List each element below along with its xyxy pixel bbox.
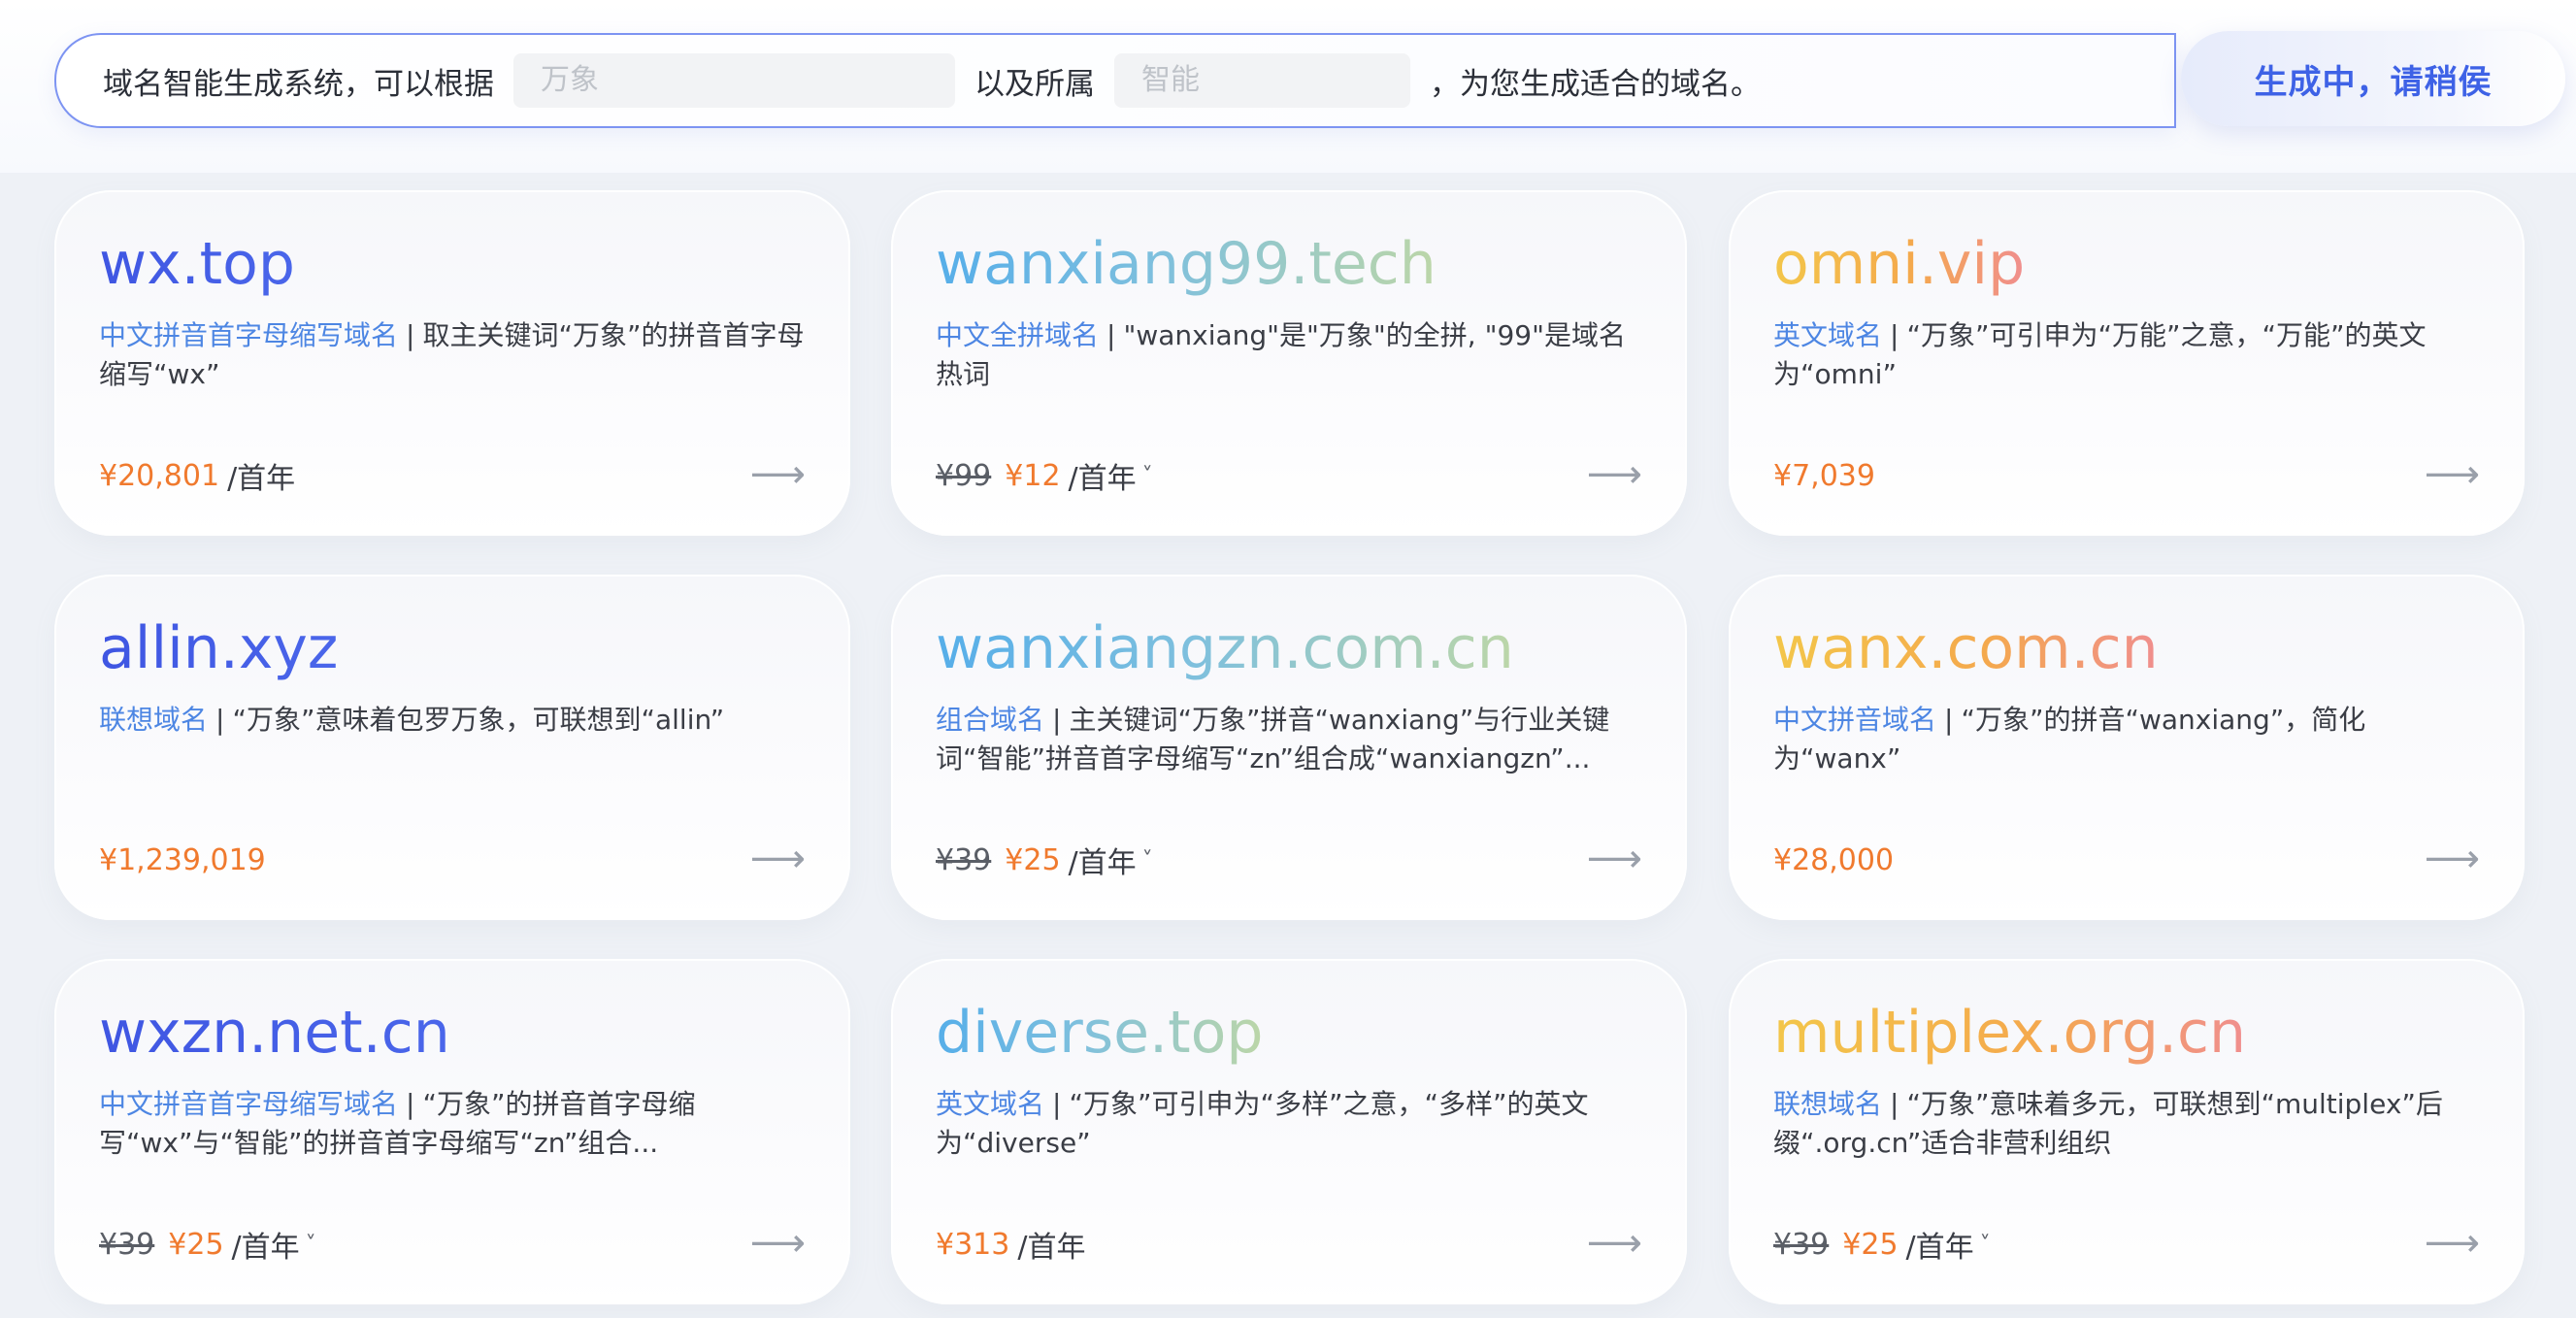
arrow-right-icon[interactable]: ⟶ [1587,837,1642,881]
separator: | [215,704,225,736]
current-price: ¥25 [1842,1227,1899,1262]
domain-description: 联想域名 | “万象”意味着多元，可联想到“multiplex”后缀“.org.cn… [1773,1085,2484,1163]
arrow-right-icon[interactable]: ⟶ [2425,837,2480,881]
domain-type-tag: 中文拼音域名 [1773,704,1937,736]
prompt-prefix: 域名智能生成系统，可以根据 [103,66,494,102]
domain-card[interactable]: wxzn.net.cn 中文拼音首字母缩写域名 | “万象”的拼音首字母缩写“wx”与… [54,959,850,1304]
arrow-right-icon[interactable]: ⟶ [1587,1221,1642,1266]
domain-type-tag: 中文拼音首字母缩写域名 [99,1088,399,1120]
domain-name[interactable]: wanx.com.cn [1773,613,2159,683]
prompt-middle: 以及所属 [974,66,1095,102]
separator: | [406,1088,415,1120]
domain-card[interactable]: wx.top 中文拼音首字母缩写域名 | 取主关键词“万象”的拼音首字母缩写“wx” ¥… [54,190,850,536]
chevron-down-icon[interactable]: ˅ [1142,848,1153,873]
keyword-input[interactable]: 万象 [513,53,955,108]
arrow-right-icon[interactable]: ⟶ [2425,1221,2480,1266]
original-price: ¥39 [1773,1227,1830,1262]
domain-card[interactable]: multiplex.org.cn 联想域名 | “万象”意味着多元，可联想到“mult… [1729,959,2525,1304]
price-row: ¥99 ¥12/首年 ˅ [936,454,1153,497]
price-unit: /首年 [1017,1231,1086,1265]
price-row: ¥39 ¥25/首年 ˅ [1773,1223,1991,1266]
domain-name[interactable]: wanxiang99.tech [936,229,1437,299]
domain-type-tag: 组合域名 [936,704,1045,736]
domain-description: 联想域名 | “万象”意味着包罗万象，可联想到“allin” [99,701,809,740]
chevron-down-icon[interactable]: ˅ [306,1233,316,1257]
arrow-right-icon[interactable]: ⟶ [1587,452,1642,497]
separator: | [1890,319,1899,351]
generate-button[interactable]: 生成中，请稍侯 [2181,31,2565,126]
domain-type-tag: 联想域名 [99,704,209,736]
price-unit: /首年 [1905,1231,1974,1265]
domain-type-tag: 联想域名 [1773,1088,1883,1120]
domain-card[interactable]: wanxiangzn.com.cn 组合域名 | 主关键词“万象”拼音“wanxian… [891,575,1687,920]
original-price: ¥39 [99,1227,155,1262]
separator: | [1890,1088,1899,1120]
price-unit: /首年 [231,1231,300,1265]
price-unit: /首年 [227,462,296,496]
original-price: ¥39 [936,842,992,877]
domain-card[interactable]: omni.vip 英文域名 | “万象”可引申为“万能”之意，“万能”的英文为“omn… [1729,190,2525,536]
separator: | [406,319,415,351]
generator-sentence: 域名智能生成系统，可以根据 万象 以及所属 智能 ，为您生成适合的域名。 [103,35,1761,126]
industry-input[interactable]: 智能 [1114,53,1410,108]
domain-card[interactable]: wanxiang99.tech 中文全拼域名 | "wanxiang"是"万象"的全拼… [891,190,1687,536]
current-price: ¥20,801 [99,458,220,493]
description-text: “万象”意味着包罗万象，可联想到“allin” [232,704,725,736]
domain-type-tag: 中文拼音首字母缩写域名 [99,319,399,351]
domain-type-tag: 英文域名 [936,1088,1045,1120]
domain-type-tag: 英文域名 [1773,319,1883,351]
domain-name[interactable]: omni.vip [1773,229,2025,299]
current-price: ¥1,239,019 [99,842,266,877]
prompt-suffix: ，为您生成适合的域名。 [1430,66,1761,102]
domain-card[interactable]: diverse.top 英文域名 | “万象”可引申为“多样”之意，“多样”的英文为“… [891,959,1687,1304]
arrow-right-icon[interactable]: ⟶ [750,837,806,881]
domain-description: 组合域名 | 主关键词“万象”拼音“wanxiang”与行业关键词“智能”拼音首字母… [936,701,1646,778]
price-unit: /首年 [1068,462,1137,496]
separator: | [1052,1088,1062,1120]
arrow-right-icon[interactable]: ⟶ [2425,452,2480,497]
chevron-down-icon[interactable]: ˅ [1142,464,1153,488]
separator: | [1944,704,1954,736]
domain-description: 中文拼音首字母缩写域名 | “万象”的拼音首字母缩写“wx”与“智能”的拼音首字母缩… [99,1085,809,1163]
chevron-down-icon[interactable]: ˅ [1980,1233,1991,1257]
separator: | [1052,704,1062,736]
domain-description: 中文拼音首字母缩写域名 | 取主关键词“万象”的拼音首字母缩写“wx” [99,316,809,394]
domain-name[interactable]: wx.top [99,229,295,299]
price-row: ¥7,039 [1773,454,1875,497]
current-price: ¥25 [1005,842,1061,877]
price-row: ¥313/首年 [936,1223,1085,1266]
domain-card[interactable]: allin.xyz 联想域名 | “万象”意味着包罗万象，可联想到“allin” ¥1,… [54,575,850,920]
arrow-right-icon[interactable]: ⟶ [750,1221,806,1266]
current-price: ¥313 [936,1227,1010,1262]
domain-name[interactable]: wxzn.net.cn [99,998,450,1068]
current-price: ¥7,039 [1773,458,1875,493]
separator: | [1106,319,1116,351]
domain-description: 中文拼音域名 | “万象”的拼音“wanxiang”，简化为“wanx” [1773,701,2484,778]
price-row: ¥20,801/首年 [99,454,295,497]
domain-description: 英文域名 | “万象”可引申为“多样”之意，“多样”的英文为“diverse” [936,1085,1646,1163]
domain-card[interactable]: wanx.com.cn 中文拼音域名 | “万象”的拼音“wanxiang”，简化为“… [1729,575,2525,920]
current-price: ¥12 [1005,458,1061,493]
price-row: ¥39 ¥25/首年 ˅ [936,839,1153,881]
price-row: ¥28,000 [1773,839,1894,881]
price-row: ¥1,239,019 [99,839,266,881]
price-row: ¥39 ¥25/首年 ˅ [99,1223,316,1266]
domain-description: 中文全拼域名 | "wanxiang"是"万象"的全拼, "99"是域名热词 [936,316,1646,394]
domain-name[interactable]: multiplex.org.cn [1773,998,2246,1068]
current-price: ¥25 [168,1227,224,1262]
generator-search-bar: 域名智能生成系统，可以根据 万象 以及所属 智能 ，为您生成适合的域名。 [54,33,2176,128]
domain-description: 英文域名 | “万象”可引申为“万能”之意，“万能”的英文为“omni” [1773,316,2484,394]
price-unit: /首年 [1068,846,1137,880]
domain-name[interactable]: diverse.top [936,998,1263,1068]
domain-name[interactable]: wanxiangzn.com.cn [936,613,1514,683]
domain-name[interactable]: allin.xyz [99,613,338,683]
current-price: ¥28,000 [1773,842,1895,877]
arrow-right-icon[interactable]: ⟶ [750,452,806,497]
original-price: ¥99 [936,458,992,493]
domain-type-tag: 中文全拼域名 [936,319,1100,351]
